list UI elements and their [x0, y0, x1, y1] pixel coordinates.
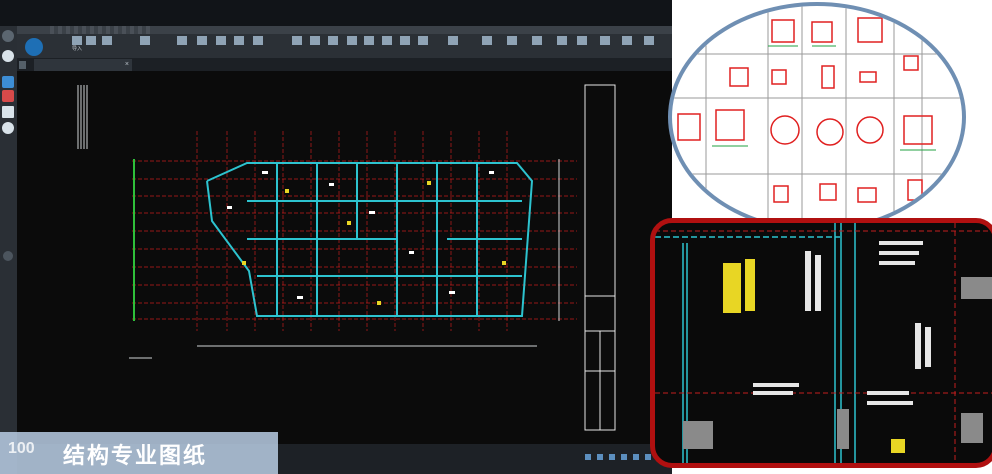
- toolbar-button-19[interactable]: [480, 36, 494, 56]
- pen-icon[interactable]: [2, 90, 14, 102]
- toolbar-icon: [557, 36, 567, 45]
- toolbar-button-15[interactable]: [380, 36, 394, 56]
- toolbar-icon: [364, 36, 374, 45]
- toolbar-icon: [347, 36, 357, 45]
- toolbar-button-16[interactable]: [398, 36, 412, 56]
- menu-tab-5[interactable]: [82, 26, 86, 34]
- toolbar-button-2[interactable]: [84, 36, 98, 56]
- toolbar-icon: [234, 36, 244, 45]
- menu-tabs: [50, 26, 150, 34]
- toolbar-button-23[interactable]: [575, 36, 589, 56]
- toolbar-button-11[interactable]: [308, 36, 322, 56]
- toolbar-icon: [216, 36, 226, 45]
- detail-zoom-rect: [650, 218, 992, 468]
- lineweight-icon[interactable]: [645, 454, 651, 460]
- toolbar-button-24[interactable]: [598, 36, 612, 56]
- toolbar-button-20[interactable]: [505, 36, 519, 56]
- toolbar-button-7[interactable]: [214, 36, 228, 56]
- toolbar-button-5[interactable]: [175, 36, 189, 56]
- toolbar-icon: [310, 36, 320, 45]
- toolbar-button-8[interactable]: [232, 36, 246, 56]
- toolbar-icon: [382, 36, 392, 45]
- menu-tab-3[interactable]: [66, 26, 70, 34]
- file-icon[interactable]: [2, 106, 14, 118]
- toolbar-button-6[interactable]: [195, 36, 209, 56]
- menu-tab-2[interactable]: [58, 26, 62, 34]
- toolbar-icon: [197, 36, 207, 45]
- toolbar-icon: [72, 36, 82, 45]
- menu-tab-8[interactable]: [106, 26, 110, 34]
- polar-icon[interactable]: [621, 454, 627, 460]
- toolbar-icon: [400, 36, 410, 45]
- ortho-icon[interactable]: [609, 454, 615, 460]
- toolbar-icon: [292, 36, 302, 45]
- app-logo-icon[interactable]: [25, 38, 43, 56]
- osnap-icon[interactable]: [633, 454, 639, 460]
- toolbar-icon: [507, 36, 517, 45]
- toolbar-button-4[interactable]: [138, 36, 152, 56]
- close-icon[interactable]: ×: [99, 59, 129, 71]
- layers-icon[interactable]: [2, 76, 14, 88]
- column-section-details: [672, 6, 962, 228]
- toolbar-button-18[interactable]: [446, 36, 460, 56]
- menu-tab-9[interactable]: [114, 26, 118, 34]
- toolbar-button-17[interactable]: [416, 36, 430, 56]
- toolbar-label: 导入: [71, 46, 82, 52]
- toolbar-icon: [253, 36, 263, 45]
- toolbar-button-1[interactable]: 导入: [70, 36, 84, 56]
- toolbar-button-21[interactable]: [530, 36, 544, 56]
- menu-tab-10[interactable]: [122, 26, 126, 34]
- menu-tab-11[interactable]: [130, 26, 134, 34]
- menu-tab-12[interactable]: [138, 26, 142, 34]
- menu-tab-1[interactable]: [50, 26, 54, 34]
- detail-zoom-circle: [668, 2, 966, 232]
- snap-icon[interactable]: [585, 454, 591, 460]
- menu-tab-13[interactable]: [146, 26, 150, 34]
- toolbar-button-25[interactable]: [620, 36, 634, 56]
- beam-annotation-details: [655, 223, 992, 463]
- toolbar-icon: [577, 36, 587, 45]
- watermark-logo: 100: [8, 440, 35, 457]
- menu-tab-7[interactable]: [98, 26, 102, 34]
- toolbar-icon: [177, 36, 187, 45]
- toolbar-button-9[interactable]: [251, 36, 265, 56]
- tab-menu-icon[interactable]: [19, 61, 26, 69]
- banner-title: 结构专业图纸: [63, 444, 208, 469]
- toolbar-icon: [448, 36, 458, 45]
- toolbar-icon: [328, 36, 338, 45]
- grid-icon[interactable]: [597, 454, 603, 460]
- toolbar-icon: [86, 36, 96, 45]
- toolbar-icon: [532, 36, 542, 45]
- toolbar-icon: [102, 36, 112, 45]
- toolbar-icon: [622, 36, 632, 45]
- toolbar-icon: [600, 36, 610, 45]
- toolbar-icon: [644, 36, 654, 45]
- toolbar-button-14[interactable]: [362, 36, 376, 56]
- collapse-handle[interactable]: [3, 251, 13, 261]
- left-sidebar: [0, 26, 17, 474]
- toolbar-button-10[interactable]: [290, 36, 304, 56]
- toolbar-icon: [418, 36, 428, 45]
- toolbar-icon: [482, 36, 492, 45]
- menu-tab-4[interactable]: [74, 26, 78, 34]
- toolbar-button-26[interactable]: [642, 36, 656, 56]
- toolbar-icon: [140, 36, 150, 45]
- help-icon[interactable]: [2, 122, 14, 134]
- floor-plan-drawing: [77, 84, 616, 431]
- expand-icon[interactable]: [2, 30, 14, 42]
- toolbar-button-12[interactable]: [326, 36, 340, 56]
- toolbar-button-13[interactable]: [345, 36, 359, 56]
- drawing-canvas[interactable]: [17, 71, 672, 444]
- toolbar-button-3[interactable]: [100, 36, 114, 56]
- document-tab[interactable]: ×: [34, 59, 132, 71]
- home-icon[interactable]: [2, 50, 14, 62]
- toolbar-button-22[interactable]: [555, 36, 569, 56]
- menu-tab-6[interactable]: [90, 26, 94, 34]
